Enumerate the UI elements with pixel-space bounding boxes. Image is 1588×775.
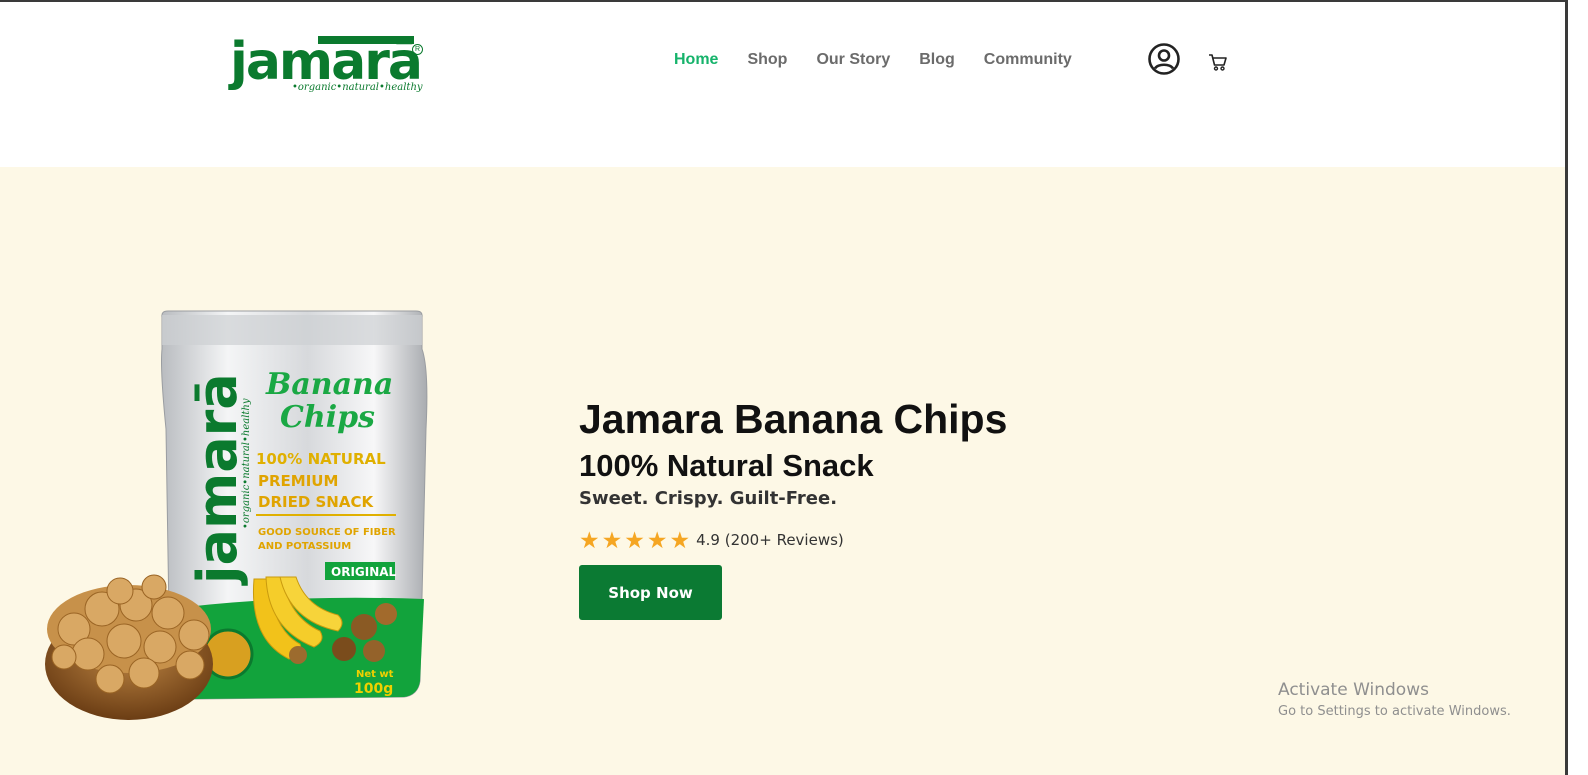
package-product-line1: Banana [265,367,393,402]
logo-registered-mark: R [412,44,423,55]
rating-stars: ★ ★ ★ ★ ★ [579,527,690,553]
package-claim3: DRIED SNACK [258,493,374,511]
logo-wordmark: jamarā [230,32,423,92]
package-product-line2: Chips [280,400,375,435]
site-logo[interactable]: jamarā R •organic•natural•healthy [230,32,430,102]
activation-heading: Activate Windows [1278,680,1429,700]
product-rating: ★ ★ ★ ★ ★ 4.9 (200+ Reviews) [579,527,844,553]
package-net-weight: 100g [354,681,393,697]
star-icon: ★ [646,527,668,553]
package-variant: ORIGINAL [331,565,397,579]
star-icon: ★ [669,527,691,553]
site-header: jamarā R •organic•natural•healthy Home S… [0,2,1565,167]
star-icon: ★ [579,527,600,553]
nav-community[interactable]: Community [984,50,1072,70]
package-brand-tagline: •organic•natural•healthy [241,398,252,529]
star-icon: ★ [601,527,623,553]
nav-shop[interactable]: Shop [747,50,787,70]
star-icon: ★ [624,527,645,553]
hero-subtitle: 100% Natural Snack [579,448,874,483]
hero-tagline: Sweet. Crispy. Guilt-Free. [579,488,838,509]
package-brand: jamarā [186,373,249,586]
rating-text: 4.9 (200+ Reviews) [696,531,844,549]
activation-subtext: Go to Settings to activate Windows. [1278,704,1511,719]
package-benefit1: GOOD SOURCE OF FIBER [258,527,396,538]
nav-blog[interactable]: Blog [919,50,955,70]
hero-section: jamarā •organic•natural•healthy Banana C… [0,167,1565,775]
package-claim1: 100% NATURAL [256,450,386,468]
product-image: jamarā •organic•natural•healthy Banana C… [44,309,434,734]
hero-title: Jamara Banana Chips [579,396,1008,442]
windows-activation-watermark: Activate Windows Go to Settings to activ… [1278,679,1511,721]
nav-our-story[interactable]: Our Story [816,50,890,70]
main-nav: Home Shop Our Story Blog Community [674,50,1101,70]
package-claim2: PREMIUM [258,472,338,490]
package-net-weight-label: Net wt [356,669,394,680]
window-right-gutter [1568,0,1588,775]
nav-home[interactable]: Home [674,50,718,70]
shop-now-button[interactable]: Shop Now [579,565,722,620]
user-circle-icon[interactable] [1147,42,1181,76]
logo-tagline: •organic•natural•healthy [292,82,423,93]
cart-icon[interactable] [1208,52,1228,72]
package-benefit2: AND POTASSIUM [258,541,351,552]
